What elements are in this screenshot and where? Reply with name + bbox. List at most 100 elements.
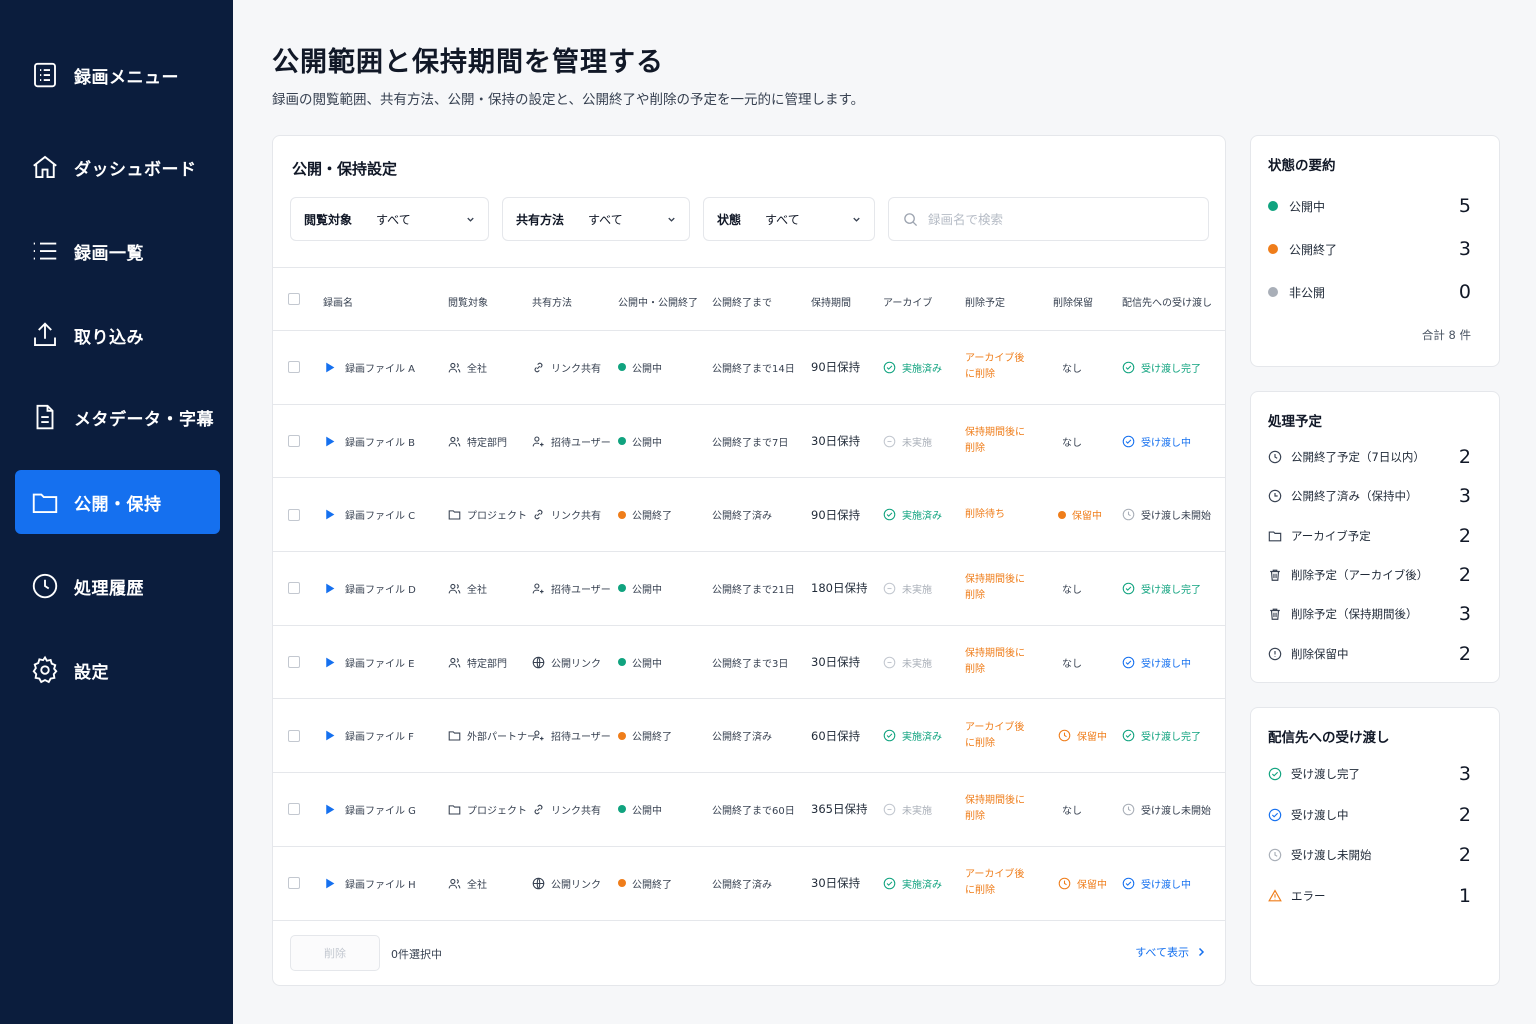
row-checkbox[interactable] (288, 729, 300, 742)
recording-name-cell[interactable]: 録画ファイル G (323, 773, 416, 846)
column-header[interactable]: 録画名 (323, 294, 353, 309)
column-header[interactable]: アーカイブ (883, 294, 932, 309)
sidebar-item-recording-menu[interactable]: 録画メニュー (15, 43, 220, 107)
summary-item[interactable]: 公開終了 3 (1268, 238, 1471, 260)
status-cell: 公開中 (618, 552, 662, 625)
column-header[interactable]: 公開終了まで (712, 294, 772, 309)
delivery-item[interactable]: エラー 1 (1268, 885, 1471, 907)
folder-icon (448, 731, 461, 741)
summary-item[interactable]: 非公開 0 (1268, 281, 1471, 303)
selected-count: 0件選択中 (391, 948, 442, 961)
recording-name-cell[interactable]: 録画ファイル B (323, 405, 415, 478)
retention-cell: 60日保持 (811, 699, 860, 772)
until-cell: 公開終了まで14日 (712, 331, 795, 404)
archive-text: 未実施 (902, 805, 932, 817)
show-all-link[interactable]: すべて表示 (1135, 944, 1207, 960)
summary-item[interactable]: 公開中 5 (1268, 195, 1471, 217)
hold-dot (1058, 510, 1066, 519)
table-row[interactable]: 録画ファイル C プロジェクト リンク共有 公開終了 公開終了済み 90日保持 … (273, 478, 1225, 553)
deletion-cell: 削除待ち (965, 478, 1031, 551)
hold-cell: 保留中 (1058, 699, 1107, 772)
status-dot (1268, 287, 1278, 297)
deletion-cell: アーカイブ後に削除 (965, 699, 1031, 772)
schedule-item[interactable]: アーカイブ予定 2 (1268, 525, 1471, 547)
recording-name-cell[interactable]: 録画ファイル H (323, 847, 416, 920)
retention-cell: 90日保持 (811, 478, 860, 551)
hold-text: なし (1062, 658, 1082, 670)
filter-audience[interactable]: 閲覧対象 すべて (290, 197, 489, 241)
recording-name-cell[interactable]: 録画ファイル E (323, 626, 415, 699)
play-icon (326, 583, 335, 594)
table-row[interactable]: 録画ファイル A 全社 リンク共有 公開中 公開終了まで14日 90日保持 実施… (273, 331, 1225, 405)
until-text: 公開終了まで3日 (712, 658, 789, 670)
sidebar-item-settings[interactable]: 設定 (15, 638, 220, 702)
schedule-count: 2 (1458, 563, 1471, 586)
column-header[interactable]: 削除予定 (965, 294, 1005, 309)
schedule-item[interactable]: 公開終了済み（保持中） 3 (1268, 485, 1471, 507)
filter-status[interactable]: 状態 すべて (703, 197, 875, 241)
deletion-cell: 保持期間後に削除 (965, 773, 1031, 846)
recording-name-cell[interactable]: 録画ファイル C (323, 478, 415, 551)
table-row[interactable]: 録画ファイル B 特定部門 招待ユーザー 公開中 公開終了まで7日 30日保持 … (273, 405, 1225, 479)
row-checkbox[interactable] (288, 508, 300, 521)
column-header[interactable]: 削除保留 (1053, 294, 1093, 309)
retention-cell: 30日保持 (811, 847, 860, 920)
row-checkbox[interactable] (288, 877, 300, 890)
deletion-text: アーカイブ後に削除 (965, 869, 1025, 897)
schedule-item[interactable]: 削除予定（保持期間後） 3 (1268, 603, 1471, 625)
status-text: 公開中 (632, 584, 662, 596)
status-dot (618, 437, 626, 446)
table-row[interactable]: 録画ファイル D 全社 招待ユーザー 公開中 公開終了まで21日 180日保持 … (273, 552, 1225, 626)
delivery-cell: 受け渡し未開始 (1122, 478, 1211, 551)
sidebar-item-import[interactable]: 取り込み (15, 303, 220, 367)
column-header[interactable]: 公開中・公開終了 (618, 294, 698, 309)
schedule-item[interactable]: 削除予定（アーカイブ後） 2 (1268, 564, 1471, 586)
delivery-item[interactable]: 受け渡し未開始 2 (1268, 844, 1471, 866)
delivery-item[interactable]: 受け渡し完了 3 (1268, 763, 1471, 785)
sidebar-item-publish-retention[interactable]: 公開・保持 (15, 470, 220, 534)
schedule-label: アーカイブ予定 (1291, 528, 1371, 543)
filter-share-method[interactable]: 共有方法 すべて (502, 197, 690, 241)
publish-retention-card: 公開・保持設定 閲覧対象 すべて 共有方法 すべて 状態 すべて 録画名 閲覧対… (272, 135, 1226, 986)
table-row[interactable]: 録画ファイル F 外部パートナー 招待ユーザー 公開終了 公開終了済み 60日保… (273, 699, 1225, 774)
recording-name: 録画ファイル E (345, 658, 415, 670)
sidebar-item-history[interactable]: 処理履歴 (15, 554, 220, 618)
recording-name-cell[interactable]: 録画ファイル F (323, 699, 414, 772)
trash-icon (1270, 569, 1280, 581)
table-row[interactable]: 録画ファイル G プロジェクト リンク共有 公開中 公開終了まで60日 365日… (273, 773, 1225, 847)
audience-cell: 全社 (448, 847, 487, 920)
row-checkbox[interactable] (288, 361, 300, 374)
sidebar-item-metadata[interactable]: メタデータ・字幕 (15, 385, 220, 449)
row-checkbox[interactable] (288, 435, 300, 448)
pause-circle-icon (1268, 647, 1282, 660)
dash-circle-icon (883, 435, 896, 447)
row-checkbox[interactable] (288, 656, 300, 669)
sidebar-item-recording-list[interactable]: 録画一覧 (15, 219, 220, 283)
delivery-text: 受け渡し中 (1141, 658, 1191, 670)
filter-value: すべて (588, 212, 623, 227)
schedule-item[interactable]: 公開終了予定（7日以内） 2 (1268, 446, 1471, 468)
archive-text: 実施済み (902, 363, 942, 375)
delivery-count: 1 (1458, 884, 1471, 907)
archive-text: 実施済み (902, 879, 942, 891)
table-row[interactable]: 録画ファイル E 特定部門 公開リンク 公開中 公開終了まで3日 30日保持 未… (273, 626, 1225, 700)
sidebar-item-dashboard[interactable]: ダッシュボード (15, 135, 220, 199)
column-header[interactable]: 共有方法 (532, 294, 572, 309)
audience-text: 外部パートナー (467, 732, 537, 744)
column-header[interactable]: 保持期間 (811, 294, 851, 309)
audience-cell: 外部パートナー (448, 699, 537, 772)
recording-name-cell[interactable]: 録画ファイル D (323, 552, 416, 625)
status-dot (1268, 201, 1278, 211)
delivery-item[interactable]: 受け渡し中 2 (1268, 804, 1471, 826)
recording-name-cell[interactable]: 録画ファイル A (323, 331, 415, 404)
table-row[interactable]: 録画ファイル H 全社 公開リンク 公開終了 公開終了済み 30日保持 実施済み… (273, 847, 1225, 921)
row-checkbox[interactable] (288, 803, 300, 816)
search-input[interactable] (928, 211, 1188, 227)
column-header[interactable]: 閲覧対象 (448, 294, 488, 309)
row-checkbox[interactable] (288, 582, 300, 595)
delete-button[interactable]: 削除 (290, 935, 380, 971)
select-all-checkbox[interactable] (288, 293, 300, 305)
schedule-item[interactable]: 削除保留中 2 (1268, 643, 1471, 665)
column-header[interactable]: 配信先への受け渡し (1122, 294, 1212, 309)
summary-count: 3 (1458, 238, 1471, 260)
